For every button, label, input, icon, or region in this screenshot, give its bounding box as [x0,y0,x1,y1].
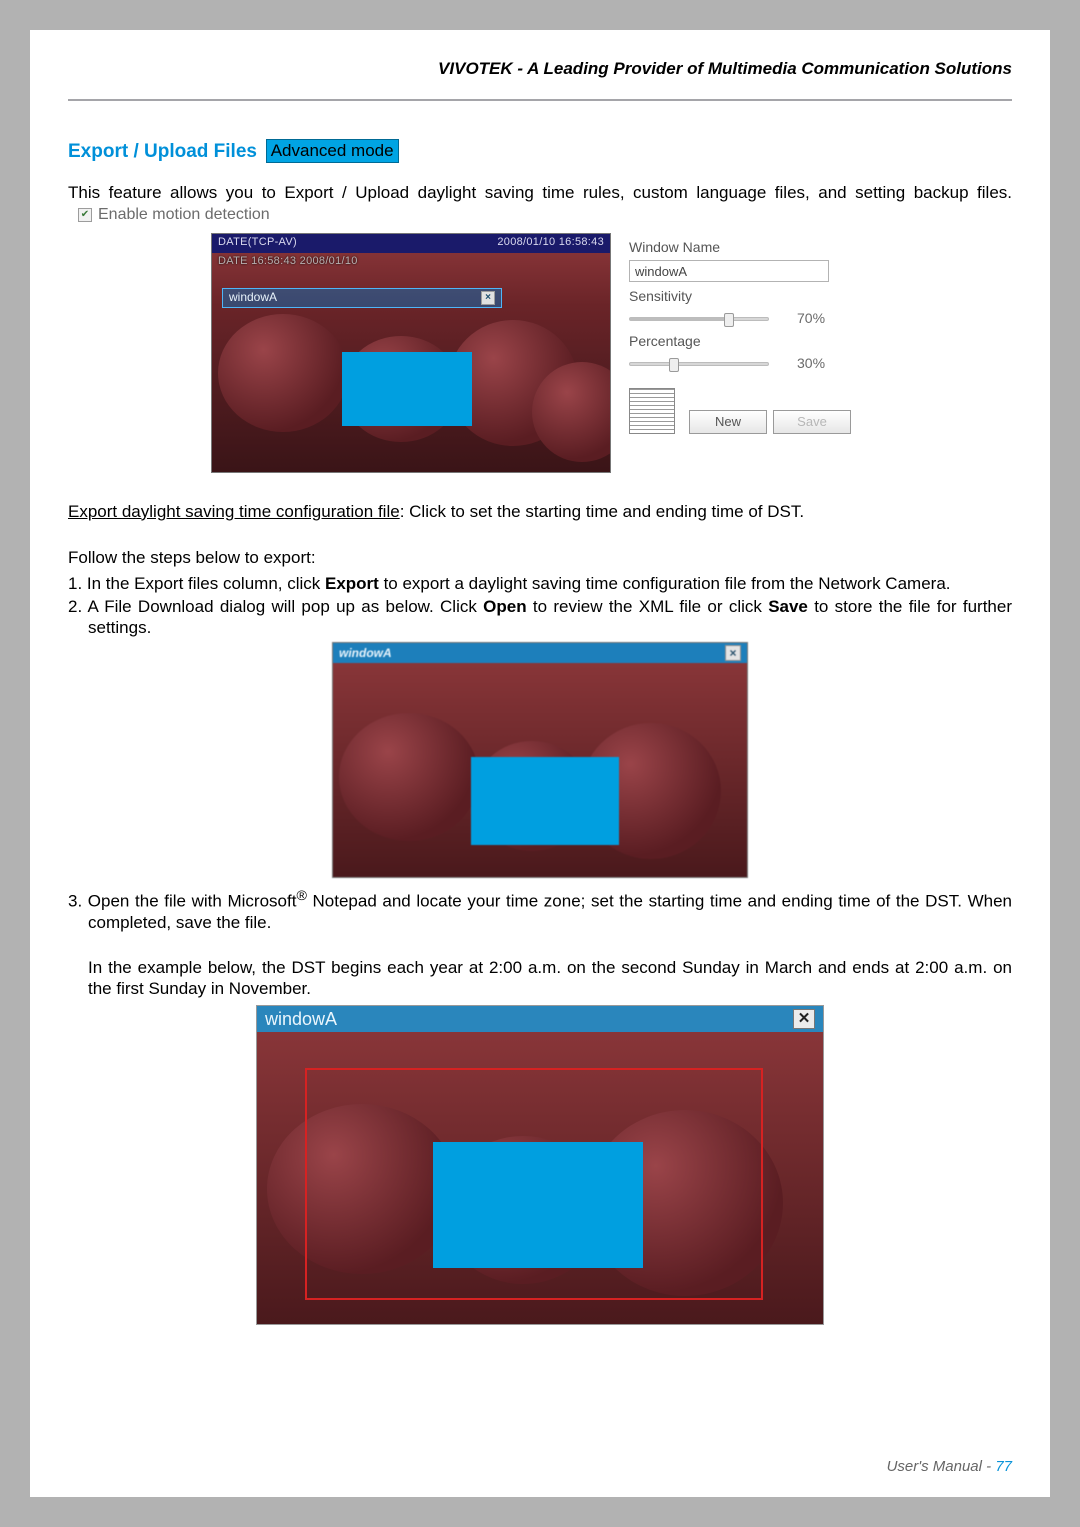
registered-mark: ® [296,888,306,904]
step-2: 2. A File Download dialog will pop up as… [68,596,1012,639]
video-source-label: DATE(TCP-AV) [218,236,297,251]
motion-window-name: windowA [229,290,277,305]
sensitivity-label: Sensitivity [629,288,869,306]
intro-paragraph: This feature allows you to Export / Uplo… [68,182,1012,225]
step-1c: to export a daylight saving time configu… [379,574,951,593]
save-bold: Save [768,597,808,616]
checkbox-label: Enable motion detection [98,205,270,225]
motion-detection-screenshot-2: windowA × [332,642,748,878]
open-bold: Open [483,597,526,616]
motion-detection-region[interactable] [433,1142,643,1268]
page-footer: User's Manual - 77 [887,1458,1012,1477]
motion-controls: Window Name Sensitivity 70% Percentage 3… [629,233,869,435]
checkbox-icon: ✔ [78,208,92,222]
export-bold: Export [325,574,379,593]
step-2c: to review the XML file or click [527,597,769,616]
sensitivity-value: 70% [797,310,825,328]
follow-steps: Follow the steps below to export: [68,547,1012,568]
page-number: 77 [995,1458,1012,1475]
percentage-slider[interactable] [629,362,769,366]
export-dst-rest: : Click to set the starting time and end… [400,502,804,521]
step-1: 1. In the Export files column, click Exp… [68,573,1012,594]
divider [68,99,1012,101]
new-button[interactable]: New [689,410,767,434]
motion-window-titlebar[interactable]: windowA × [222,288,502,308]
sensitivity-slider[interactable] [629,317,769,321]
step-3: 3. Open the file with Microsoft® Notepad… [68,888,1012,933]
window-name-label: Window Name [629,239,869,257]
motion-detection-region[interactable] [471,757,619,845]
window-name-2: windowA [339,646,392,661]
header-brand: VIVOTEK - A Leading Provider of Multimed… [68,58,1012,79]
enable-motion-detection-checkbox[interactable]: ✔ Enable motion detection [78,205,270,225]
save-button[interactable]: Save [773,410,851,434]
step-1a: 1. In the Export files column, click [68,574,325,593]
motion-histogram [629,388,675,434]
window-name-input[interactable] [629,260,829,282]
percentage-value: 30% [797,355,825,373]
slider-thumb-icon[interactable] [669,358,679,372]
step-2a: 2. A File Download dialog will pop up as… [68,597,483,616]
slider-thumb-icon[interactable] [724,313,734,327]
close-icon[interactable]: × [481,291,495,305]
step-3a: 3. Open the file with Microsoft [68,892,296,911]
export-dst-title: Export daylight saving time configuratio… [68,502,400,521]
section-title-text: Export / Upload Files [68,141,257,162]
video-datetime: 2008/01/10 16:58:43 [497,236,604,251]
motion-detection-screenshot-3: windowA ✕ [256,1005,824,1325]
advanced-mode-badge: Advanced mode [266,139,399,162]
motion-detection-screenshot-1: DATE(TCP-AV) 2008/01/10 16:58:43 DATE 16… [211,233,869,473]
video-title-bar: DATE(TCP-AV) 2008/01/10 16:58:43 [212,234,610,253]
video-preview: DATE(TCP-AV) 2008/01/10 16:58:43 DATE 16… [211,233,611,473]
footer-label: User's Manual - [887,1458,996,1475]
window-titlebar-2[interactable]: windowA × [333,643,747,663]
export-dst-heading: Export daylight saving time configuratio… [68,501,1012,522]
motion-detection-region[interactable] [342,352,472,426]
example-paragraph: In the example below, the DST begins eac… [68,957,1012,1000]
intro-text: This feature allows you to Export / Uplo… [68,183,1012,202]
section-title: Export / Upload Files Advanced mode [68,139,1012,164]
percentage-label: Percentage [629,333,869,351]
close-icon[interactable]: × [725,645,741,661]
